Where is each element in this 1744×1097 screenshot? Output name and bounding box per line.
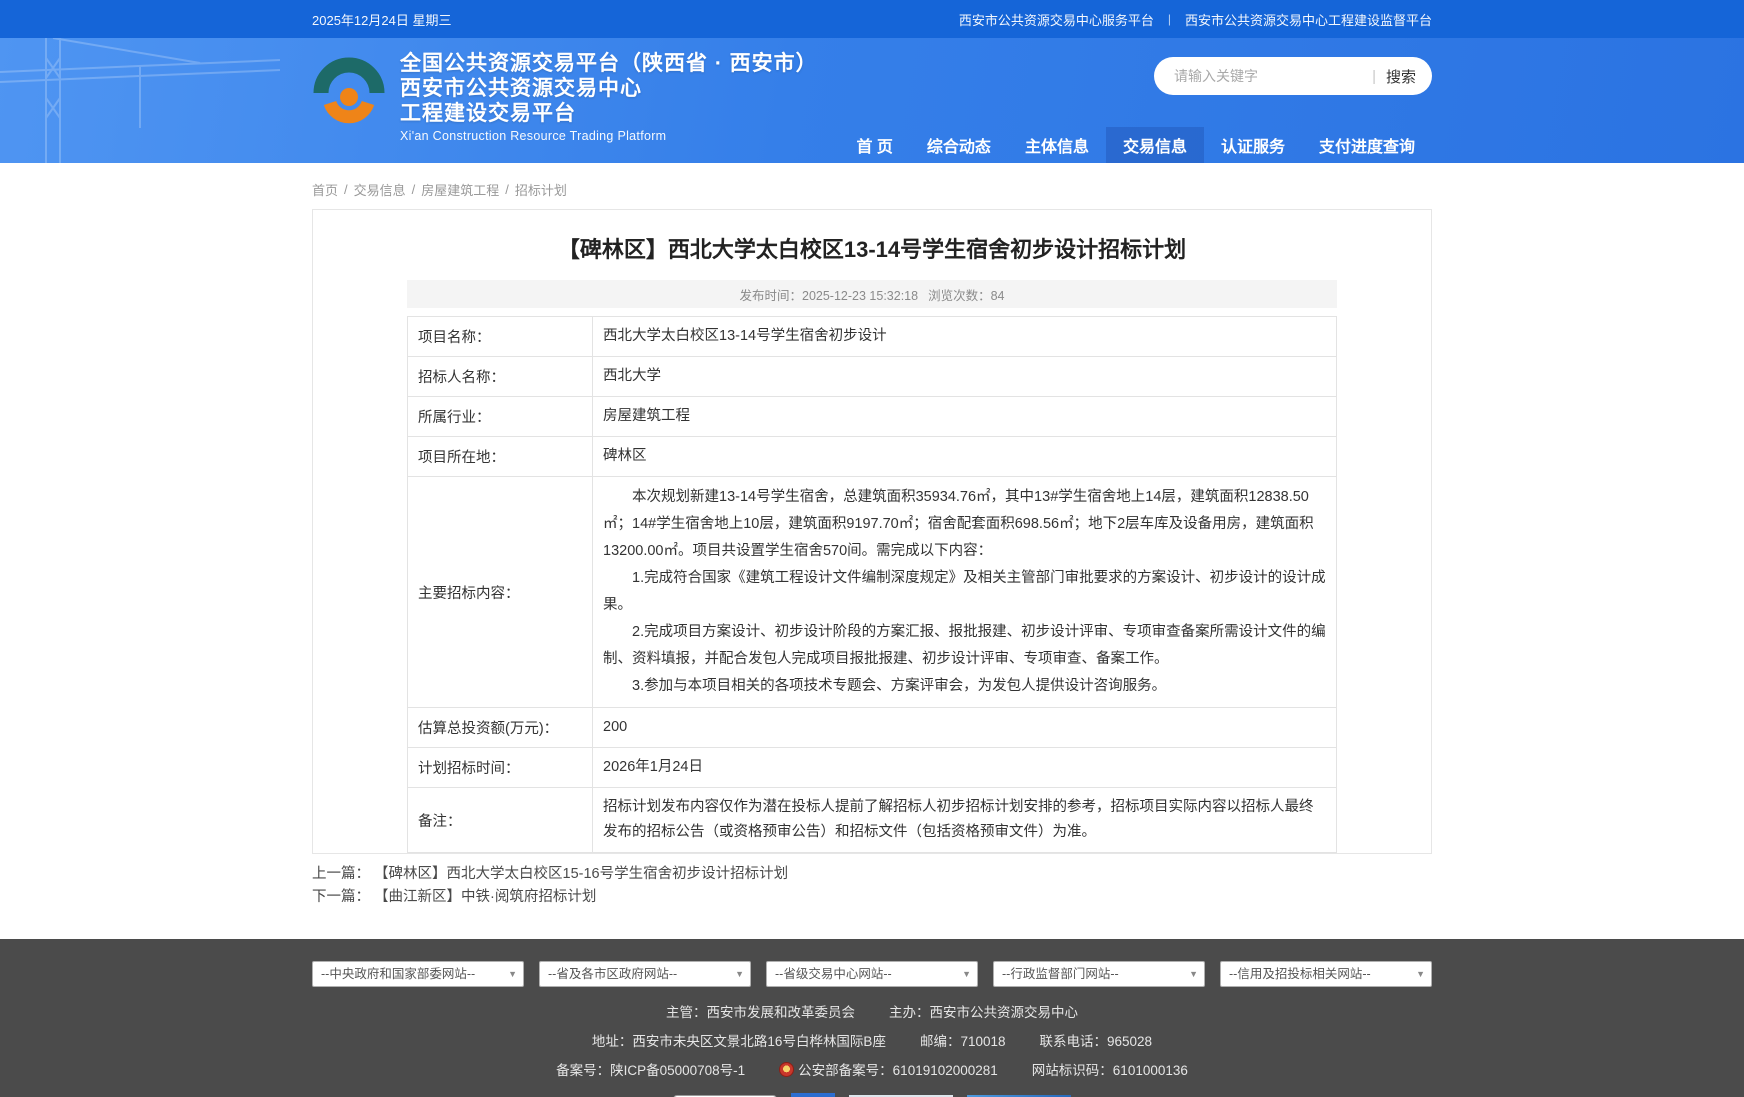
select-credit-bidding-sites[interactable]: --信用及招投标相关网站-- ▼ [1220,961,1432,987]
select-credit-bidding-sites-control[interactable]: --信用及招投标相关网站-- [1220,961,1432,987]
breadcrumb-home[interactable]: 首页 [312,180,338,199]
breadcrumb: 首页 / 交易信息 / 房屋建筑工程 / 招标计划 [312,180,1432,199]
content-paragraph: 3.参加与本项目相关的各项技术专题会、方案评审会，为发包人提供设计咨询服务。 [603,673,1326,700]
search-bar: | 搜索 [1154,57,1432,95]
nav-item-news[interactable]: 综合动态 [910,127,1008,163]
address-info: 地址：西安市未央区文景北路16号白桦林国际B座 [592,1030,886,1050]
project-detail-table: 项目名称： 西北大学太白校区13-14号学生宿舍初步设计 招标人名称： 西北大学… [407,316,1337,853]
row-label-main-content: 主要招标内容： [408,477,593,708]
row-value-main-content: 本次规划新建13-14号学生宿舍，总建筑面积35934.76㎡，其中13#学生宿… [593,477,1337,708]
site-identification-code: 网站标识码：6101000136 [1032,1059,1188,1079]
footer-org-line: 主管：西安市发展和改革委员会 主办：西安市公共资源交易中心 [312,1001,1432,1021]
police-record: 公安部备案号：61019102000281 [798,1059,998,1079]
nav-item-entity-info[interactable]: 主体信息 [1008,127,1106,163]
footer-contact-line: 地址：西安市未央区文景北路16号白桦林国际B座 邮编：710018 联系电话：9… [312,1030,1432,1050]
search-divider: | [1372,68,1376,85]
platform-title-line2: 西安市公共资源交易中心 [400,76,818,101]
supervision-platform-link[interactable]: 西安市公共资源交易中心工程建设监督平台 [1185,10,1432,29]
table-row: 项目所在地： 碑林区 [408,437,1337,477]
supervisor-info: 主管：西安市发展和改革委员会 [666,1001,855,1021]
row-label-investment: 估算总投资额(万元)： [408,708,593,748]
breadcrumb-trade-info[interactable]: 交易信息 [354,180,406,199]
table-row: 估算总投资额(万元)： 200 [408,708,1337,748]
service-platform-link[interactable]: 西安市公共资源交易中心服务平台 [959,10,1154,29]
phone-info: 联系电话：965028 [1040,1030,1153,1050]
select-provincial-government-sites[interactable]: --省及各市区政府网站-- ▼ [539,961,751,987]
table-row: 主要招标内容： 本次规划新建13-14号学生宿舍，总建筑面积35934.76㎡，… [408,477,1337,708]
site-footer: --中央政府和国家部委网站-- ▼ --省及各市区政府网站-- ▼ --省级交易… [0,939,1744,1097]
article-meta-bar: 发布时间：2025-12-23 15:32:18 浏览次数：84 [407,280,1337,308]
content-paragraph: 本次规划新建13-14号学生宿舍，总建筑面积35934.76㎡，其中13#学生宿… [603,484,1326,565]
row-value-remark: 招标计划发布内容仅作为潜在投标人提前了解招标人初步招标计划安排的参考，招标项目实… [593,788,1337,853]
select-central-government-sites-control[interactable]: --中央政府和国家部委网站-- [312,961,524,987]
nav-item-payment-progress[interactable]: 支付进度查询 [1302,127,1432,163]
row-label-plan-date: 计划招标时间： [408,748,593,788]
police-record-wrap: 公安部备案号：61019102000281 [779,1059,998,1079]
icp-record: 备案号：陕ICP备05000708号-1 [556,1059,745,1079]
publish-time: 发布时间：2025-12-23 15:32:18 [740,285,919,304]
top-utility-bar: 2025年12月24日 星期三 西安市公共资源交易中心服务平台 | 西安市公共资… [0,0,1744,38]
next-article-row: 下一篇： 【曲江新区】中铁·阅筑府招标计划 [312,886,1432,909]
row-value-industry: 房屋建筑工程 [593,397,1337,437]
platform-title-english: Xi'an Construction Resource Trading Plat… [400,129,818,143]
breadcrumb-separator: / [412,182,416,197]
select-supervision-department-sites-control[interactable]: --行政监督部门网站-- [993,961,1205,987]
search-input[interactable] [1174,68,1362,84]
topbar-divider: | [1168,12,1171,26]
site-logo-and-title[interactable]: 全国公共资源交易平台（陕西省 · 西安市） 西安市公共资源交易中心 工程建设交易… [312,51,818,143]
row-label-industry: 所属行业： [408,397,593,437]
prev-article-row: 上一篇： 【碑林区】西北大学太白校区15-16号学生宿舍初步设计招标计划 [312,863,1432,886]
breadcrumb-bid-plan[interactable]: 招标计划 [515,180,567,199]
select-provincial-government-sites-control[interactable]: --省及各市区政府网站-- [539,961,751,987]
row-value-location: 碑林区 [593,437,1337,477]
row-label-tenderer: 招标人名称： [408,357,593,397]
select-supervision-department-sites[interactable]: --行政监督部门网站-- ▼ [993,961,1205,987]
next-article-label: 下一篇： [312,889,370,905]
prev-article-link[interactable]: 【碑林区】西北大学太白校区15-16号学生宿舍初步设计招标计划 [374,866,788,882]
next-article-link[interactable]: 【曲江新区】中铁·阅筑府招标计划 [374,889,596,905]
article-title: 【碑林区】西北大学太白校区13-14号学生宿舍初步设计招标计划 [343,232,1401,264]
table-row: 备注： 招标计划发布内容仅作为潜在投标人提前了解招标人初步招标计划安排的参考，招… [408,788,1337,853]
article-detail-panel: 【碑林区】西北大学太白校区13-14号学生宿舍初步设计招标计划 发布时间：202… [312,209,1432,854]
breadcrumb-separator: / [505,182,509,197]
current-date: 2025年12月24日 星期三 [312,10,451,29]
platform-logo-icon [312,51,386,131]
prev-next-navigation: 上一篇： 【碑林区】西北大学太白校区15-16号学生宿舍初步设计招标计划 下一篇… [312,863,1432,909]
platform-title-line1: 全国公共资源交易平台（陕西省 · 西安市） [400,51,818,76]
content-paragraph: 1.完成符合国家《建筑工程设计文件编制深度规定》及相关主管部门审批要求的方案设计… [603,565,1326,619]
footer-badges: 政府网站 找错 事业单位 陕西省公共资源 交易服务有限公司 网站地图 [312,1093,1432,1097]
table-row: 计划招标时间： 2026年1月24日 [408,748,1337,788]
search-button[interactable]: 搜索 [1386,66,1416,87]
prev-article-label: 上一篇： [312,866,370,882]
view-count: 浏览次数：84 [928,285,1004,304]
nav-item-home[interactable]: 首 页 [839,127,909,163]
row-value-project-name: 西北大学太白校区13-14号学生宿舍初步设计 [593,317,1337,357]
friendly-links-row: --中央政府和国家部委网站-- ▼ --省及各市区政府网站-- ▼ --省级交易… [312,961,1432,987]
select-trading-center-sites[interactable]: --省级交易中心网站-- ▼ [766,961,978,987]
row-value-plan-date: 2026年1月24日 [593,748,1337,788]
footer-registration-line: 备案号：陕ICP备05000708号-1 公安部备案号：610191020002… [312,1059,1432,1079]
site-header: 全国公共资源交易平台（陕西省 · 西安市） 西安市公共资源交易中心 工程建设交易… [0,38,1744,163]
table-row: 项目名称： 西北大学太白校区13-14号学生宿舍初步设计 [408,317,1337,357]
row-label-project-name: 项目名称： [408,317,593,357]
row-label-remark: 备注： [408,788,593,853]
public-institution-badge[interactable]: 事业单位 [791,1093,835,1097]
nav-item-certification[interactable]: 认证服务 [1204,127,1302,163]
organizer-info: 主办：西安市公共资源交易中心 [889,1001,1078,1021]
breadcrumb-separator: / [344,182,348,197]
table-row: 所属行业： 房屋建筑工程 [408,397,1337,437]
row-value-tenderer: 西北大学 [593,357,1337,397]
content-paragraph: 2.完成项目方案设计、初步设计阶段的方案汇报、报批报建、初步设计评审、专项审查备… [603,619,1326,673]
police-emblem-icon [779,1062,794,1077]
select-central-government-sites[interactable]: --中央政府和国家部委网站-- ▼ [312,961,524,987]
select-trading-center-sites-control[interactable]: --省级交易中心网站-- [766,961,978,987]
breadcrumb-building-engineering[interactable]: 房屋建筑工程 [421,180,499,199]
platform-title-line3: 工程建设交易平台 [400,101,818,126]
row-label-location: 项目所在地： [408,437,593,477]
postcode-info: 邮编：710018 [920,1030,1006,1050]
row-value-investment: 200 [593,708,1337,748]
table-row: 招标人名称： 西北大学 [408,357,1337,397]
nav-item-trade-info[interactable]: 交易信息 [1106,127,1204,163]
main-navigation: 首 页 综合动态 主体信息 交易信息 认证服务 支付进度查询 [839,127,1432,163]
